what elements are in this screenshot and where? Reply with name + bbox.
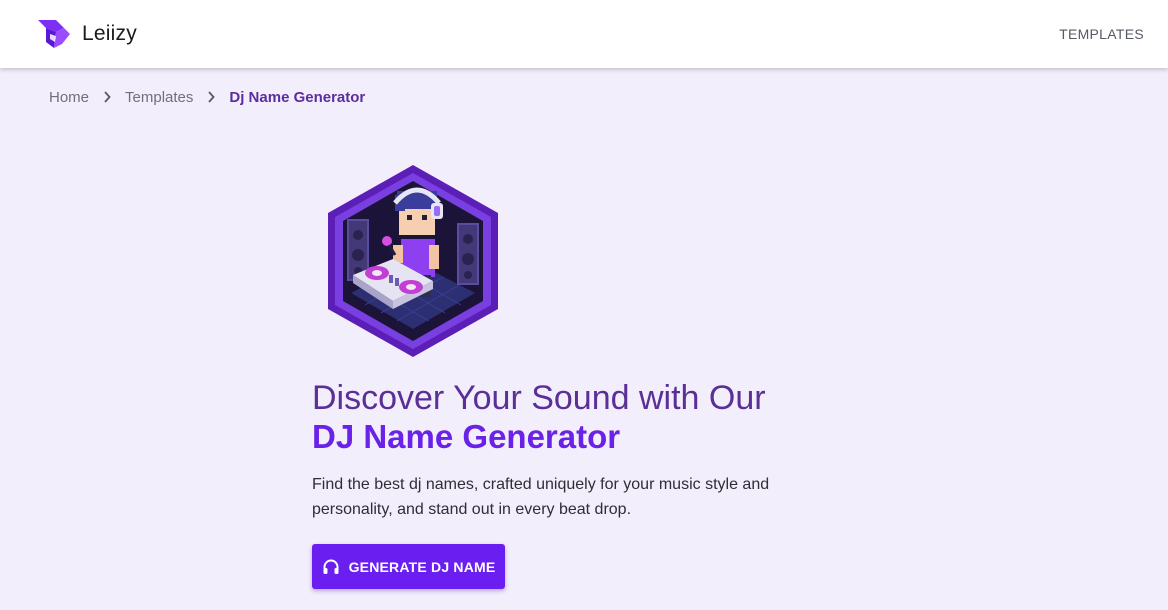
brand-name: Leiizy	[82, 22, 137, 45]
generate-dj-name-button[interactable]: GENERATE DJ NAME	[312, 544, 505, 589]
headphones-icon	[323, 559, 339, 574]
top-navbar: Leiizy TEMPLATES	[0, 0, 1168, 68]
hero-title-accent: DJ Name Generator	[312, 418, 621, 455]
breadcrumb-templates-link[interactable]: Templates	[125, 89, 193, 106]
dj-illustration-icon	[328, 165, 498, 357]
brand-logo-link[interactable]: Leiizy	[34, 14, 137, 54]
generate-dj-name-label: GENERATE DJ NAME	[348, 558, 496, 575]
chevron-right-icon	[89, 91, 125, 103]
hero-title: Discover Your Sound with Our	[312, 379, 766, 417]
breadcrumb: Home Templates Dj Name Generator	[49, 87, 365, 107]
hero-description: Find the best dj names, crafted uniquely…	[312, 476, 770, 518]
nav-link-templates[interactable]: TEMPLATES	[1059, 26, 1144, 42]
breadcrumb-home-link[interactable]: Home	[49, 89, 89, 106]
leiizy-logo-icon	[38, 20, 70, 48]
breadcrumb-current-page: Dj Name Generator	[229, 88, 366, 106]
chevron-right-icon	[193, 91, 229, 103]
